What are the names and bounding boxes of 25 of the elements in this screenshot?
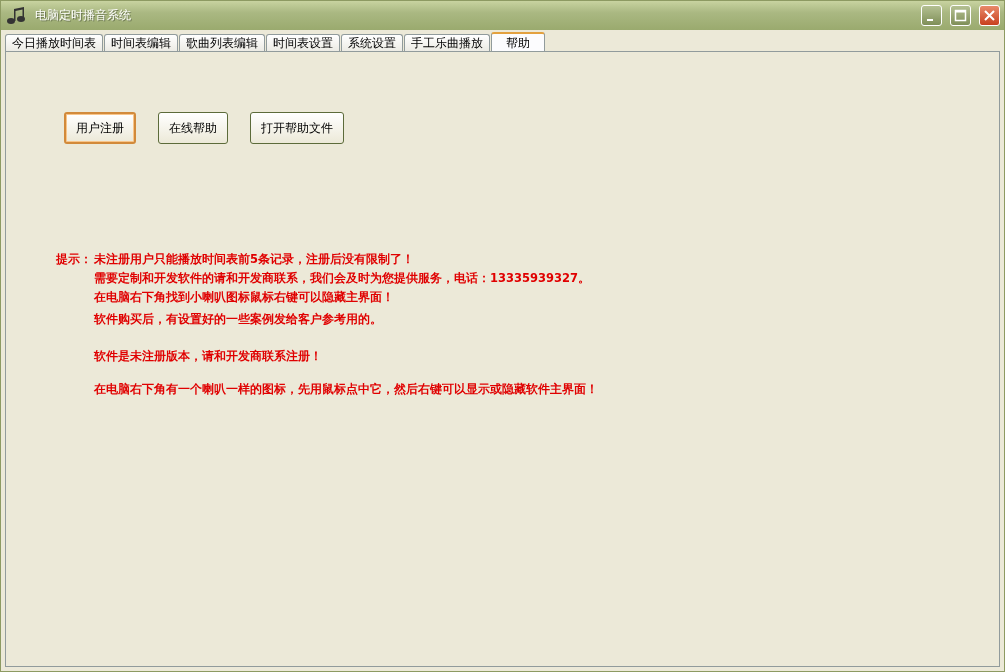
music-notes-icon — [5, 5, 27, 26]
window-title: 电脑定时播音系统 — [35, 7, 132, 24]
action-button[interactable]: 用户注册 — [64, 112, 136, 144]
tab[interactable]: 今日播放时间表 — [5, 34, 103, 51]
notice-text: 未注册用户只能播放时间表前5条记录，注册后没有限制了！ — [94, 252, 415, 267]
message-text: 软件是未注册版本，请和开发商联系注册！ — [94, 349, 323, 364]
tab[interactable]: 歌曲列表编辑 — [179, 34, 265, 51]
notice-text: 软件购买后，有设置好的一些案例发给客户参考用的。 — [94, 312, 383, 327]
action-button[interactable]: 在线帮助 — [158, 112, 228, 144]
message-text: 在电脑右下角有一个喇叭一样的图标，先用鼠标点中它，然后右键可以显示或隐藏软件主界面！ — [94, 382, 599, 397]
tab[interactable]: 系统设置 — [341, 34, 403, 51]
tab[interactable]: 时间表编辑 — [104, 34, 178, 51]
tab[interactable]: 时间表设置 — [266, 34, 340, 51]
close-button[interactable] — [979, 5, 1000, 26]
minimize-icon — [926, 18, 933, 21]
notice-text: 在电脑右下角找到小喇叭图标鼠标右键可以隐藏主界面！ — [94, 290, 395, 305]
notice-label: 提示： — [56, 252, 93, 268]
tab[interactable]: 帮助 — [491, 32, 545, 51]
minimize-button[interactable] — [921, 5, 942, 26]
close-icon — [983, 9, 996, 22]
maximize-button[interactable] — [950, 5, 971, 26]
action-button[interactable]: 打开帮助文件 — [250, 112, 344, 144]
tab[interactable]: 手工乐曲播放 — [404, 34, 490, 51]
notice-text: 需要定制和开发软件的请和开发商联系，我们会及时为您提供服务，电话：13335939327。 — [94, 271, 592, 286]
maximize-icon — [954, 9, 967, 22]
